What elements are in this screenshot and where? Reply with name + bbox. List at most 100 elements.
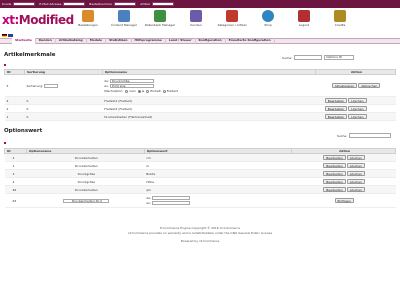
row-name: Druckgröße	[26, 177, 145, 186]
menu-item-module[interactable]: Module	[87, 38, 107, 44]
row-name: Druckeinheiten	[26, 185, 145, 194]
edit-type-label: Mischoption:	[104, 89, 124, 93]
new-de-input[interactable]	[151, 196, 190, 200]
werte-title: Optionswert	[4, 128, 43, 134]
new-de-label: de:	[146, 196, 151, 200]
menu-item-erweiterte-konfiguration[interactable]: Erweiterte Konfiguration	[226, 38, 275, 44]
header: xt:Modified Bestellungen Content Manager…	[0, 8, 400, 34]
radio-nein[interactable]	[125, 89, 129, 93]
insert-button[interactable]: Einfügen	[334, 198, 354, 203]
menu-item-konfiguration[interactable]: Konfiguration	[196, 38, 226, 44]
nav-customers[interactable]: Kunden	[178, 10, 214, 27]
edit-id: 5	[4, 74, 25, 97]
content-manager-icon	[118, 10, 130, 22]
menu-item-land-steuer[interactable]: Land / Steuer	[166, 38, 196, 44]
delete-button[interactable]: Löschen	[346, 155, 366, 160]
nav-icons: Bestellungen Content Manager Datenbank M…	[70, 10, 358, 27]
edit-button[interactable]: Bearbeiten	[323, 171, 346, 176]
radio-ja[interactable]	[137, 89, 141, 93]
row-value: Breite	[144, 169, 292, 178]
delete-button[interactable]: Löschen	[346, 179, 366, 184]
merkmale-search-select[interactable]: Options ID	[324, 55, 355, 60]
delete-button[interactable]: Löschen	[346, 163, 366, 168]
table-row: 4 0 Freitext1 (Freitext) Bearbeiten Lösch…	[4, 96, 396, 105]
flag-en-icon[interactable]	[8, 34, 13, 37]
merkmale-title: Artikelmerkmale	[4, 52, 56, 58]
merkmale-prev-icon[interactable]	[4, 63, 6, 67]
radio-freitext-label: Freitext	[166, 89, 178, 93]
menu-item-hilfsprogramme[interactable]: Hilfsprogramme	[132, 38, 166, 44]
delete-button[interactable]: Löschen	[348, 98, 367, 103]
search-email-input[interactable]	[63, 2, 86, 6]
table-row: 2 0 Freitext2 (Freitext) Bearbeiten Lösch…	[4, 104, 396, 113]
logo[interactable]: xt:Modified	[2, 13, 74, 27]
search-product-input[interactable]	[151, 2, 174, 6]
nav-shop[interactable]: Shop	[250, 10, 286, 27]
nav-logout-label: Logout	[298, 23, 310, 27]
merkmale-table: ID Sortierung Optionsname Aktion 5 Sorti…	[4, 69, 396, 121]
search-order-label: Bestellnummer	[89, 2, 113, 6]
logout-icon	[298, 10, 310, 22]
table-row: 3 Druckgröße Breite Bearbeiten Löschen	[4, 169, 396, 178]
nav-orders[interactable]: Bestellungen	[70, 10, 106, 27]
delete-button[interactable]: Löschen	[348, 114, 367, 119]
edit-sort-cell: Sortierung:	[24, 74, 103, 97]
new-option-select[interactable]: Druckeinheiten ID-4	[63, 198, 110, 203]
edit-de-input[interactable]: Druckgröße	[109, 79, 154, 83]
nav-categories[interactable]: Kategorien / Artikel	[214, 10, 250, 27]
menu-item-statistiken[interactable]: Statistiken	[106, 38, 132, 44]
table-row: 2 Druckeinheiten cm Bearbeiten Löschen	[4, 153, 396, 162]
new-de-line: de:	[146, 196, 292, 200]
table-row: 46 Druckeinheiten qm Bearbeiten Löschen	[4, 185, 396, 194]
credits-icon	[334, 10, 346, 22]
edit-button[interactable]: Bearbeiten	[323, 155, 346, 160]
werte-search-input[interactable]	[349, 133, 392, 138]
footer-powered: Powered by xt:Commerce	[180, 239, 220, 243]
delete-button[interactable]: Löschen	[346, 187, 366, 192]
nav-logout[interactable]: Logout	[286, 10, 322, 27]
edit-button[interactable]: Bearbeiten	[324, 106, 348, 111]
werte-search-label: Suche:	[337, 133, 348, 138]
new-en-input[interactable]	[151, 201, 190, 205]
nav-content-manager[interactable]: Content Manager	[106, 10, 142, 27]
search-order-input[interactable]	[114, 2, 137, 6]
row-sort: 0	[24, 112, 103, 121]
menu-item-artikelkatalog[interactable]: Artikelkatalog	[56, 38, 87, 44]
edit-button[interactable]: Bearbeiten	[324, 98, 348, 103]
search-customer-input[interactable]	[13, 2, 36, 6]
delete-button[interactable]: Löschen	[346, 171, 366, 176]
edit-button[interactable]: Bearbeiten	[323, 163, 346, 168]
nav-credits[interactable]: Credits	[322, 10, 358, 27]
edit-button[interactable]: Bearbeiten	[324, 114, 348, 119]
edit-button[interactable]: Bearbeiten	[323, 179, 346, 184]
nav-credits-label: Credits	[334, 23, 346, 27]
page-marker-icon	[4, 142, 6, 144]
merkmale-search-input[interactable]	[294, 55, 323, 60]
edit-button[interactable]: Bearbeiten	[323, 187, 346, 192]
row-name: Druckeinheiten	[26, 161, 145, 170]
menu-item-startseite[interactable]: Startseite	[12, 38, 36, 44]
row-actions: Bearbeiten Löschen	[291, 153, 396, 162]
new-actions: Einfügen	[291, 193, 396, 208]
nav-database-manager[interactable]: Datenbank Manager	[142, 10, 178, 27]
radio-einheit[interactable]	[146, 89, 150, 93]
update-button[interactable]: Aktualisieren	[331, 83, 358, 88]
edit-type-line: Mischoption: nein ja Einheit Freitext	[104, 89, 315, 93]
cancel-button[interactable]: Abbrechen	[358, 83, 381, 88]
edit-en-input[interactable]: Print size	[109, 84, 154, 88]
edit-actions: Aktualisieren Abbrechen	[315, 74, 396, 97]
new-value-row: 63 Druckeinheiten ID-4 de: en: Einfügen	[4, 193, 396, 208]
new-value-cell: de: en:	[144, 193, 292, 208]
menu-item-kunden[interactable]: Kunden	[36, 38, 56, 44]
edit-sort-label: Sortierung:	[26, 83, 44, 88]
radio-nein-label: nein	[129, 89, 136, 93]
flag-de-icon[interactable]	[2, 34, 7, 37]
radio-freitext[interactable]	[162, 89, 166, 93]
delete-button[interactable]: Löschen	[348, 106, 367, 111]
row-sort: 0	[24, 104, 103, 113]
edit-sort-input[interactable]	[44, 83, 59, 88]
top-search-bar: Kunde E-Mail Adresse Bestellnummer Artik…	[0, 0, 400, 8]
row-actions: Bearbeiten Löschen	[315, 112, 396, 121]
werte-prev-icon[interactable]	[4, 141, 6, 145]
footer-license: xt:Commerce provides no warranty and is …	[127, 231, 273, 235]
